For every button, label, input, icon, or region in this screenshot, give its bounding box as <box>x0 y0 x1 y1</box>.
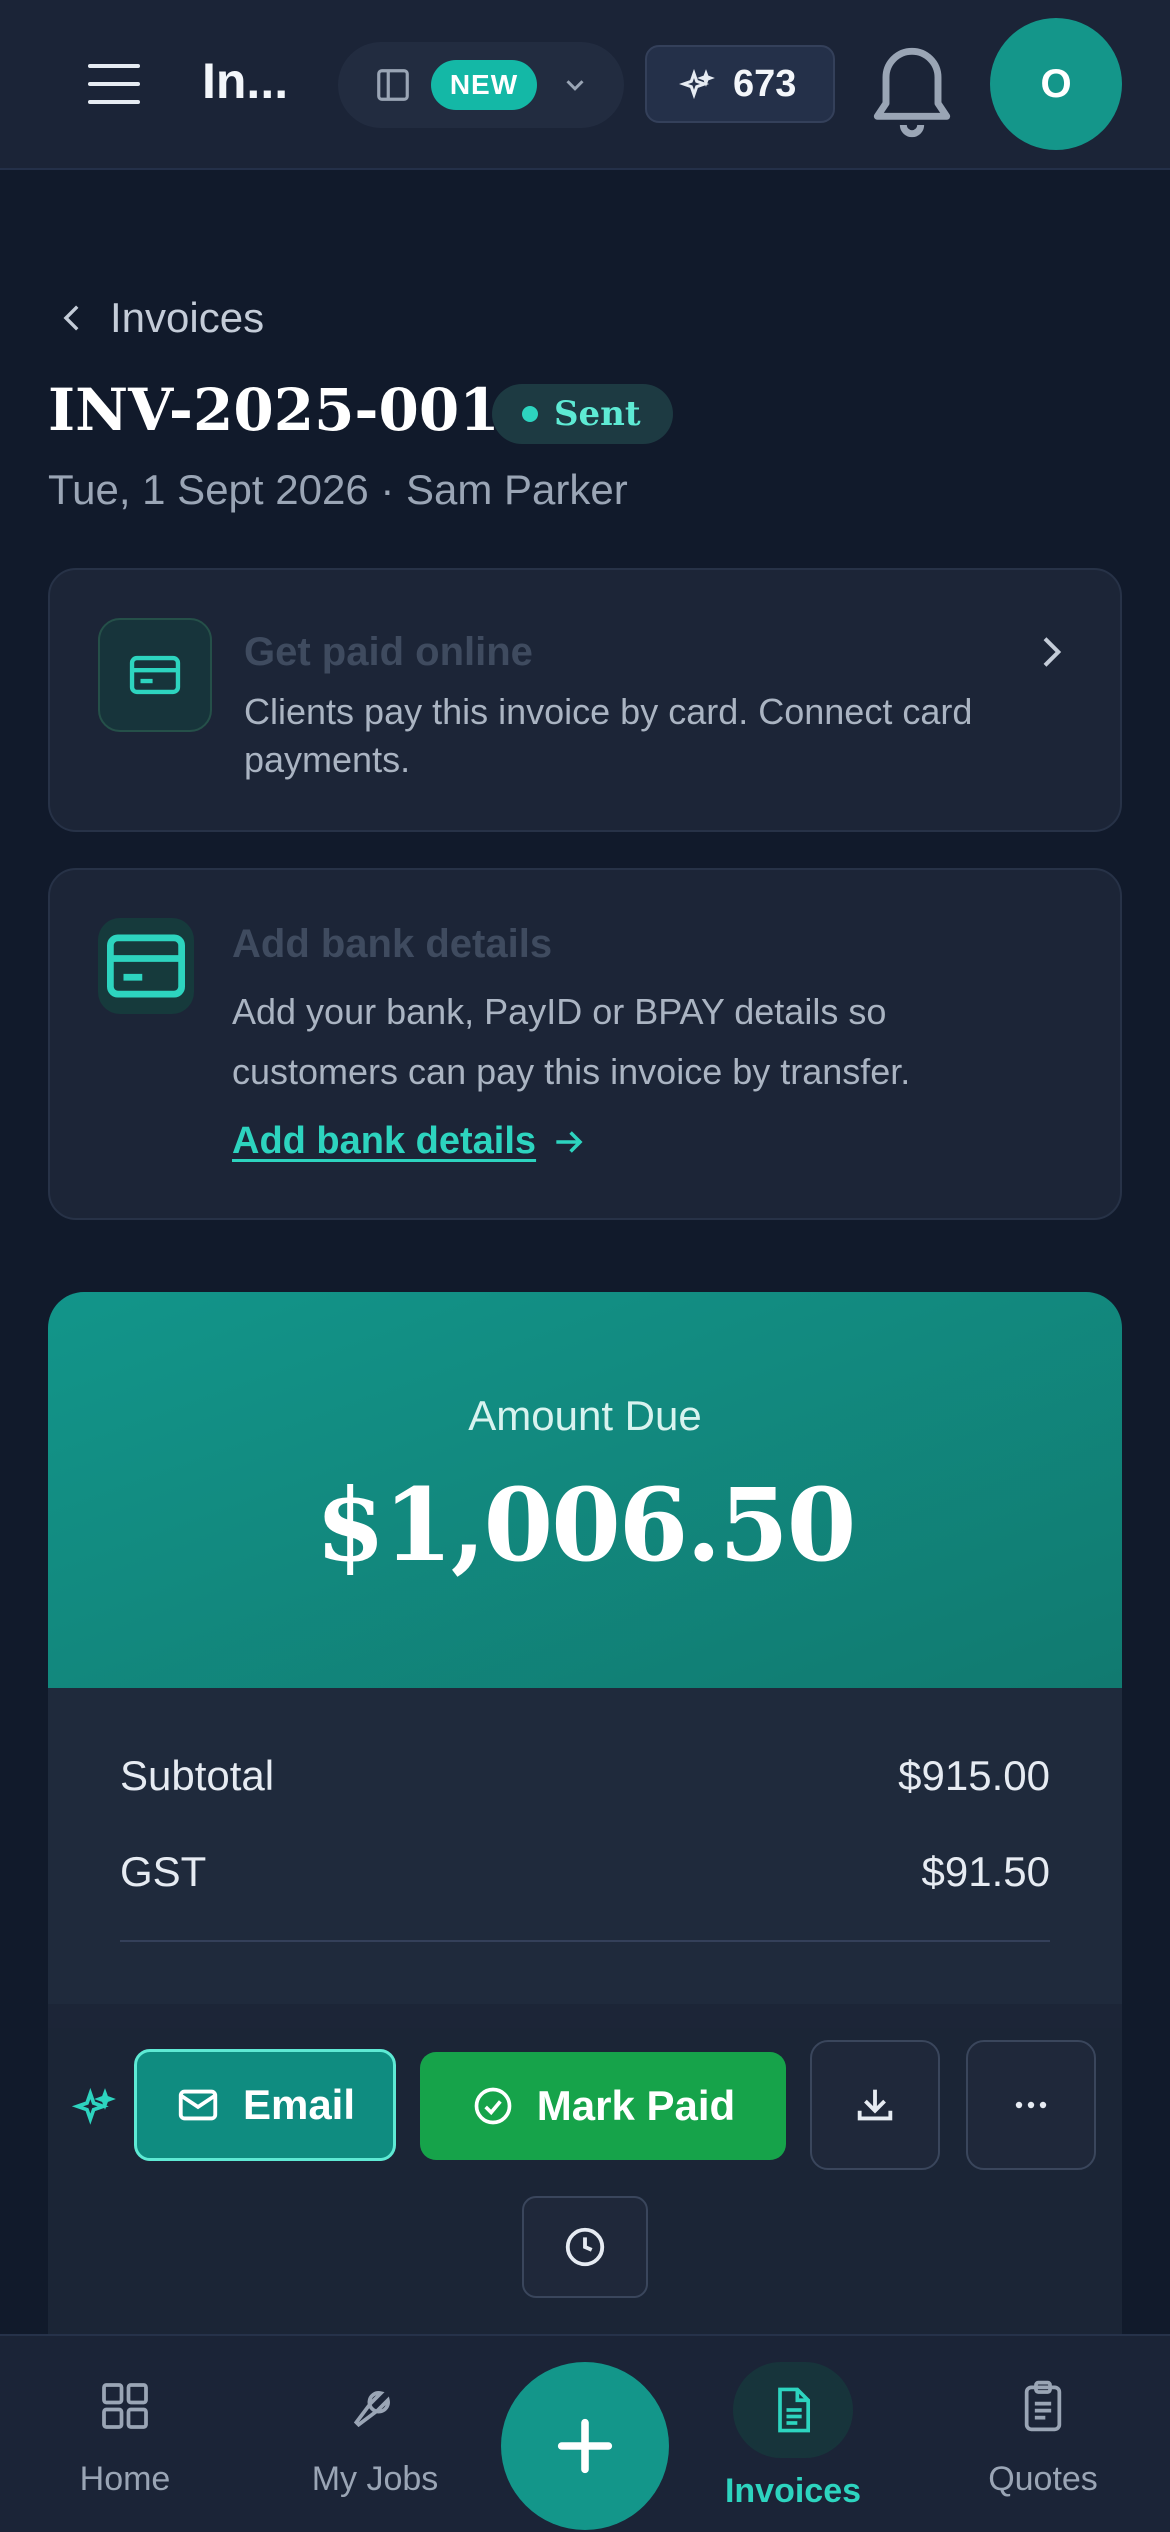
download-icon <box>857 2089 893 2121</box>
nav-invoices-active-indicator <box>733 2362 853 2458</box>
get-paid-online-card[interactable]: Get paid online Clients pay this invoice… <box>48 568 1122 832</box>
nav-home[interactable]: Home <box>25 2378 225 2499</box>
nav-home-label: Home <box>79 2460 171 2498</box>
notifications-bell-icon[interactable] <box>860 28 964 144</box>
card-payment-icon-box <box>98 618 212 732</box>
credit-card-icon <box>107 934 185 998</box>
view-switcher[interactable]: NEW <box>338 42 624 128</box>
chevron-left-icon <box>63 305 79 331</box>
mail-icon <box>178 2089 218 2121</box>
menu-icon[interactable] <box>88 64 140 104</box>
amount-due-card: Amount Due $1,006.50 <box>48 1292 1122 1688</box>
card-title: Get paid online <box>244 630 533 674</box>
mark-paid-button-label: Mark Paid <box>536 2082 736 2129</box>
nav-invoices-label: Invoices <box>724 2472 862 2510</box>
back-label: Invoices <box>110 294 265 341</box>
grid-icon <box>102 2383 148 2429</box>
top-app-bar: In... NEW 673 O <box>0 0 1170 170</box>
history-button[interactable] <box>522 2196 648 2298</box>
status-badge: Sent <box>492 384 673 444</box>
add-bank-details-card: Add bank details Add your bank, PayID or… <box>48 868 1122 1220</box>
credit-card-icon <box>129 655 181 695</box>
chevron-down-icon <box>566 80 584 91</box>
gst-row: GST $91.50 <box>120 1848 1050 1896</box>
more-options-button[interactable] <box>966 2040 1096 2170</box>
invoice-subtitle: Tue, 1 Sept 2026 · Sam Parker <box>48 466 628 513</box>
nav-quotes-label: Quotes <box>988 2460 1098 2498</box>
new-badge: NEW <box>431 60 537 110</box>
wrench-icon <box>353 2391 390 2428</box>
status-dot <box>522 406 538 422</box>
mark-paid-button[interactable]: Mark Paid <box>420 2052 786 2160</box>
plus-icon <box>557 2418 613 2474</box>
ai-credits-button[interactable]: 673 <box>645 45 835 123</box>
sidebar-panel-icon <box>377 69 409 101</box>
invoice-action-bar: Email Mark Paid <box>48 2004 1122 2336</box>
email-button[interactable]: Email <box>134 2049 396 2161</box>
sparkle-icon <box>679 69 715 100</box>
user-avatar[interactable]: O <box>990 18 1122 150</box>
download-button[interactable] <box>810 2040 940 2170</box>
create-new-button[interactable] <box>501 2362 669 2530</box>
credits-count: 673 <box>733 63 797 105</box>
amount-due-label: Amount Due <box>468 1392 702 1439</box>
back-to-invoices-link[interactable]: Invoices <box>56 294 264 342</box>
email-button-label: Email <box>242 2081 356 2128</box>
totals-panel: Subtotal $915.00 GST $91.50 <box>48 1688 1122 2028</box>
card-description: Clients pay this invoice by card. Connec… <box>244 691 973 780</box>
arrow-right-icon <box>556 1130 583 1153</box>
status-text: Sent <box>554 394 641 434</box>
nav-my-jobs[interactable]: My Jobs <box>275 2378 475 2499</box>
app-title: In... <box>202 53 289 109</box>
check-circle-icon <box>474 2087 512 2125</box>
nav-quotes[interactable]: Quotes <box>943 2378 1143 2499</box>
document-icon <box>778 2387 811 2433</box>
more-horizontal-icon <box>1015 2101 1047 2109</box>
add-bank-details-link-label: Add bank details <box>232 1120 537 1162</box>
clock-icon <box>565 2227 605 2267</box>
bank-icon-box <box>98 918 194 1014</box>
subtotal-value: $915.00 <box>898 1752 1050 1799</box>
gst-value: $91.50 <box>921 1848 1050 1895</box>
clipboard-icon <box>1024 2380 1062 2432</box>
subtotal-label: Subtotal <box>120 1752 275 1799</box>
nav-invoices[interactable]: Invoices <box>693 2362 893 2511</box>
chevron-right-icon <box>1043 637 1062 667</box>
invoice-number: INV-2025-0019 <box>48 376 540 444</box>
subtotal-row: Subtotal $915.00 <box>120 1752 1050 1800</box>
ai-sparkle-icon[interactable] <box>72 2088 116 2132</box>
gst-label: GST <box>120 1848 207 1895</box>
card-description: Add your bank, PayID or BPAY details so … <box>232 991 911 1092</box>
divider <box>120 1940 1050 1942</box>
nav-my-jobs-label: My Jobs <box>311 2460 439 2498</box>
add-bank-details-link[interactable]: Add bank details <box>232 1120 588 1163</box>
amount-due-value: $1,006.50 <box>315 1466 857 1584</box>
card-title: Add bank details <box>232 922 553 966</box>
